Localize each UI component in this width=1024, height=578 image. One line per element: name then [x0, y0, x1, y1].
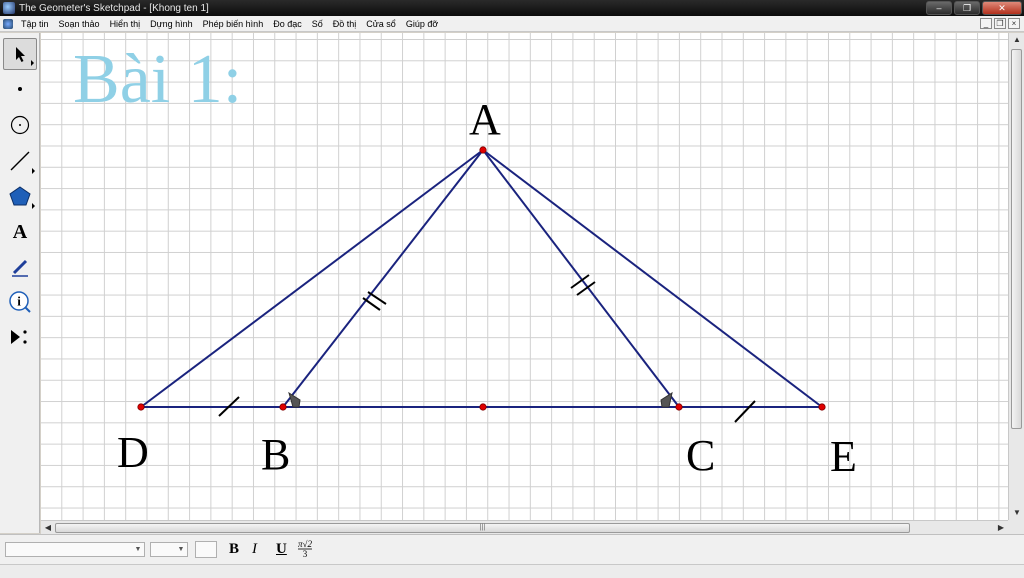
bold-button[interactable]: B [229, 541, 239, 558]
menu-help[interactable]: Giúp đỡ [401, 19, 443, 29]
font-family-select[interactable]: ▼ [5, 542, 145, 557]
text-icon: A [12, 220, 28, 243]
vertical-scroll-thumb[interactable] [1011, 49, 1022, 429]
window-title: The Geometer's Sketchpad - [Khong ten 1] [19, 2, 209, 14]
menu-display[interactable]: Hiển thị [105, 19, 146, 29]
menu-edit[interactable]: Soạn thảo [54, 19, 105, 29]
angle-mark-C [660, 391, 673, 408]
label-C[interactable]: C [686, 434, 715, 478]
toolbox: A i [0, 33, 40, 533]
label-D[interactable]: D [117, 431, 149, 475]
info-icon: i [9, 291, 31, 313]
maximize-button[interactable]: ❐ [954, 1, 980, 15]
italic-button[interactable]: I [252, 541, 257, 558]
close-button[interactable]: ✕ [982, 1, 1022, 15]
straightedge-tool[interactable] [3, 145, 37, 177]
menu-number[interactable]: Số [307, 19, 328, 29]
point-A[interactable] [479, 146, 487, 154]
tick-mark-AB-1 [362, 297, 381, 311]
text-palette: ▼ ▼ B I U π√2 3 [0, 534, 1024, 564]
scrollbar-corner [1008, 520, 1024, 534]
custom-tool-icon [11, 330, 27, 344]
point-icon [18, 87, 22, 91]
math-fraction-icon: π√23 [298, 539, 312, 559]
horizontal-scroll-thumb[interactable]: ||| [55, 523, 910, 533]
underline-button[interactable]: U [276, 541, 287, 558]
minimize-button[interactable]: – [926, 1, 952, 15]
geometry-figure [137, 146, 826, 423]
point-tool[interactable] [3, 73, 37, 105]
circle-icon [10, 115, 30, 135]
label-B[interactable]: B [261, 433, 290, 477]
doc-minimize-button[interactable]: _ [980, 18, 992, 29]
doc-restore-button[interactable]: ❐ [994, 18, 1006, 29]
menu-window[interactable]: Cửa sổ [361, 19, 401, 29]
sketch-canvas[interactable]: Bài 1: A D B C E [41, 33, 1008, 520]
point-midpoint-BC[interactable] [479, 403, 487, 411]
horizontal-scrollbar[interactable]: ◀ ||| ▶ [41, 520, 1008, 534]
menu-graph[interactable]: Đồ thị [328, 19, 362, 29]
marker-tool[interactable] [3, 251, 37, 283]
svg-text:i: i [17, 294, 21, 309]
marker-pen-icon [12, 259, 28, 277]
polygon-icon [9, 186, 31, 206]
point-E[interactable] [818, 403, 826, 411]
text-tool[interactable]: A [3, 216, 37, 248]
status-bar [0, 564, 1024, 578]
label-E[interactable]: E [830, 435, 857, 479]
text-color-swatch[interactable] [195, 541, 217, 558]
vertical-scrollbar[interactable]: ▲ ▼ [1008, 33, 1024, 520]
compass-tool[interactable] [3, 109, 37, 141]
segment-AC[interactable] [482, 149, 680, 408]
scroll-up-arrow[interactable]: ▲ [1009, 33, 1024, 47]
scroll-right-arrow[interactable]: ▶ [994, 521, 1008, 535]
scroll-left-arrow[interactable]: ◀ [41, 521, 55, 535]
scroll-down-arrow[interactable]: ▼ [1009, 506, 1024, 520]
arrow-tool[interactable] [3, 38, 37, 70]
custom-tool[interactable] [3, 321, 37, 353]
math-format-button[interactable]: π√2 3 [296, 537, 314, 564]
tick-mark-CE [734, 400, 756, 423]
font-size-select[interactable]: ▼ [150, 542, 188, 557]
menu-file[interactable]: Tập tin [16, 19, 54, 29]
arrow-icon [16, 47, 25, 62]
line-segment-icon [10, 151, 30, 171]
angle-mark-B [288, 391, 301, 408]
document-icon[interactable] [3, 18, 13, 29]
polygon-tool[interactable] [3, 180, 37, 212]
title-bar: The Geometer's Sketchpad - [Khong ten 1]… [0, 0, 1024, 16]
menu-bar: Tập tin Soạn thảo Hiển thị Dựng hình Phé… [0, 16, 1024, 32]
point-C[interactable] [675, 403, 683, 411]
point-B[interactable] [279, 403, 287, 411]
label-A[interactable]: A [469, 98, 501, 142]
doc-close-button[interactable]: × [1008, 18, 1020, 29]
menu-transform[interactable]: Phép biến hình [198, 19, 269, 29]
information-tool[interactable]: i [3, 286, 37, 318]
tick-mark-AB-2 [367, 291, 387, 305]
segment-AE[interactable] [482, 149, 823, 408]
menu-construct[interactable]: Dựng hình [145, 19, 198, 29]
menu-measure[interactable]: Đo đạc [268, 19, 307, 29]
svg-text:3: 3 [303, 549, 308, 559]
sketchpad-app-icon [3, 2, 15, 14]
svg-text:π√2: π√2 [298, 539, 312, 549]
point-D[interactable] [137, 403, 145, 411]
